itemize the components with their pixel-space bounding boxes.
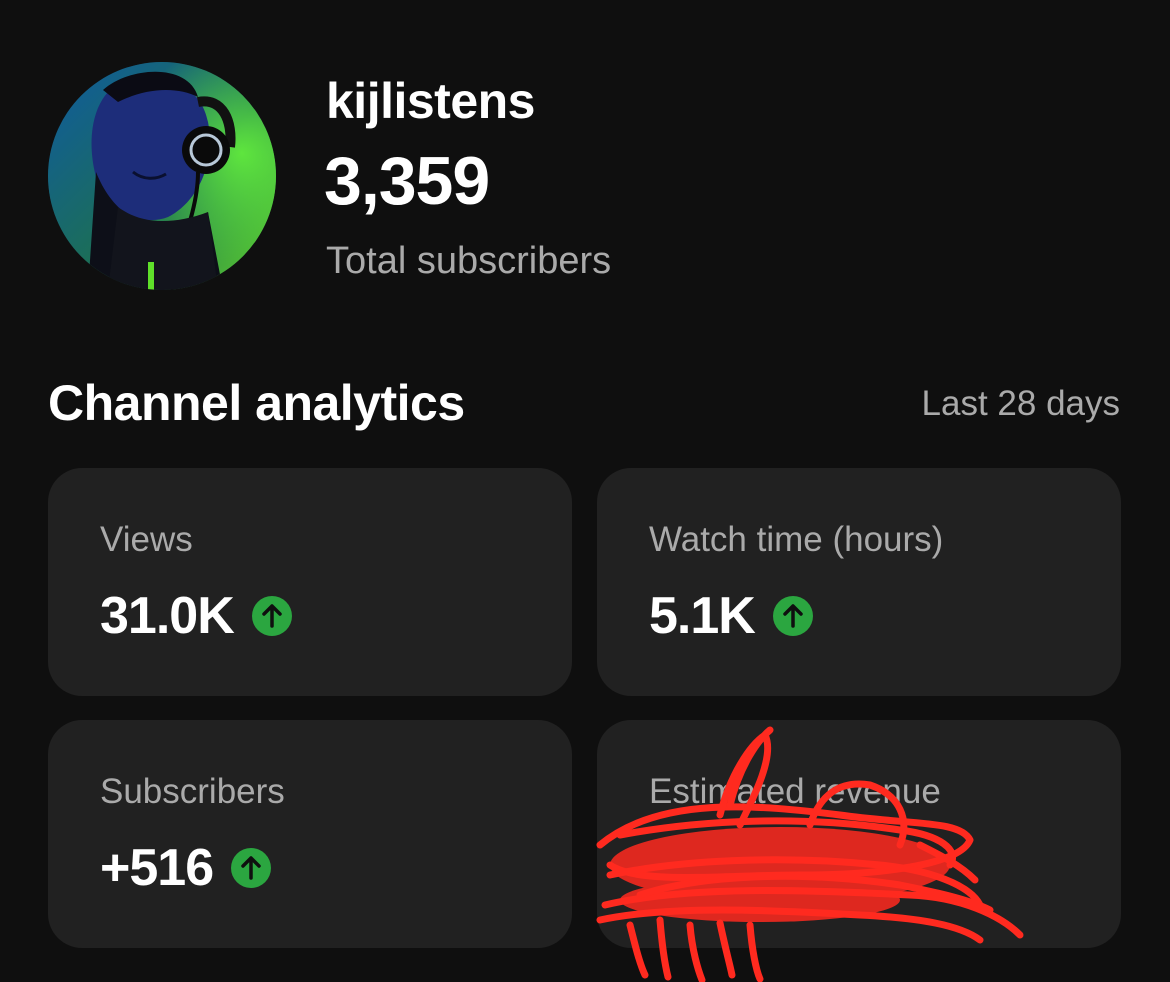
total-subscriber-count: 3,359 bbox=[324, 143, 490, 219]
analytics-section-title: Channel analytics bbox=[48, 375, 465, 431]
metric-card-views[interactable]: Views 31.0K bbox=[48, 468, 572, 696]
metric-value-row: 31.0K bbox=[100, 586, 292, 646]
analytics-period: Last 28 days bbox=[921, 384, 1120, 423]
metric-card-watch-time[interactable]: Watch time (hours) 5.1K bbox=[597, 468, 1121, 696]
arrow-up-circle-icon bbox=[251, 596, 292, 636]
metric-value-row: +516 bbox=[100, 838, 272, 898]
channel-header: kijlistens 3,359 Total subscribers bbox=[48, 62, 748, 302]
metric-label: Subscribers bbox=[100, 772, 285, 811]
metric-label: Views bbox=[100, 520, 193, 559]
metric-label: Watch time (hours) bbox=[649, 520, 944, 559]
arrow-up-circle-icon bbox=[231, 848, 272, 888]
arrow-up-circle-icon bbox=[772, 596, 813, 636]
channel-avatar[interactable] bbox=[48, 62, 276, 290]
metric-card-estimated-revenue[interactable]: Estimated revenue bbox=[597, 720, 1121, 948]
total-subscribers-label: Total subscribers bbox=[326, 240, 612, 282]
metric-card-subscribers[interactable]: Subscribers +516 bbox=[48, 720, 572, 948]
channel-name: kijlistens bbox=[326, 73, 536, 129]
metric-value: 31.0K bbox=[100, 587, 235, 645]
metric-value-row: 5.1K bbox=[649, 586, 813, 646]
metric-value: +516 bbox=[100, 839, 214, 897]
metric-value: 5.1K bbox=[649, 587, 756, 645]
metric-label: Estimated revenue bbox=[649, 772, 941, 811]
